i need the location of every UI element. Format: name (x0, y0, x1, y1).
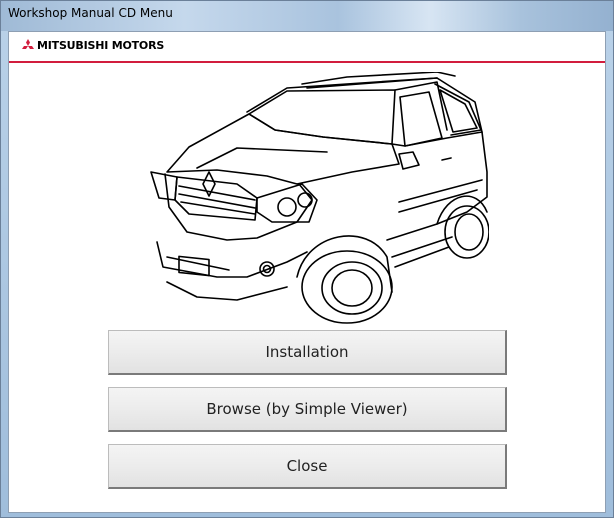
window-title: Workshop Manual CD Menu (8, 6, 173, 20)
installation-button[interactable]: Installation (108, 330, 507, 375)
mitsubishi-logo-icon (22, 39, 34, 49)
title-bar[interactable]: Workshop Manual CD Menu (1, 1, 613, 31)
client-area: MITSUBISHI MOTORS Installation Browse (b… (8, 31, 606, 513)
suv-illustration (150, 72, 489, 324)
close-button[interactable]: Close (108, 444, 507, 489)
browse-simple-viewer-button[interactable]: Browse (by Simple Viewer) (108, 387, 507, 432)
brand-name: MITSUBISHI MOTORS (37, 39, 165, 52)
brand-header: MITSUBISHI MOTORS (9, 32, 605, 63)
app-window: Workshop Manual CD Menu MITSUBISHI MOTOR… (0, 0, 614, 518)
